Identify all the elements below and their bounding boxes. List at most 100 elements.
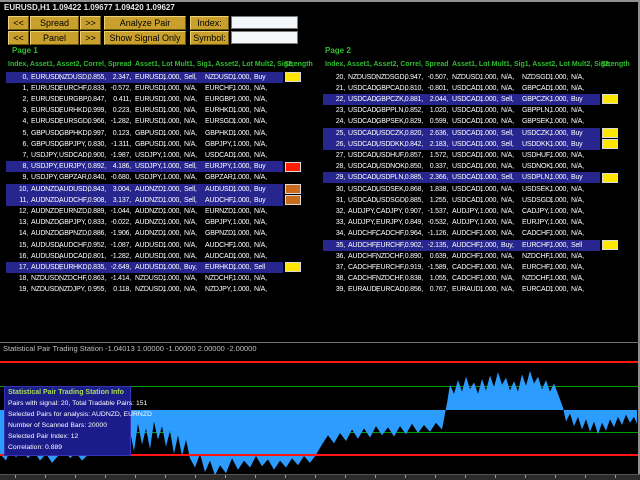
- pair-row[interactable]: 19,NZDUSD,NZDJPY,0.955,0.118,NZDUSD,1.00…: [8, 284, 320, 295]
- cell-a1: CADCHF,: [348, 273, 377, 284]
- pair-row[interactable]: 10,AUDNZD,AUDUSD,0.843,3.004,AUDNZD,1.00…: [8, 184, 320, 195]
- pair-row[interactable]: 22,USDCAD,GBPCZK,0.881,2.044,USDCAD,1.00…: [325, 94, 637, 105]
- pair-row[interactable]: 30,USDCAD,USDSEK,0.868,1.838,USDCAD,1.00…: [325, 184, 637, 195]
- pair-row[interactable]: 9,USDJPY,GBPZAR,0.840,-0.680,USDJPY,1.00…: [8, 172, 320, 183]
- cell-a1: GBPUSD,: [31, 128, 61, 139]
- cell-lm1: 1.000,: [151, 262, 181, 273]
- cell-sig2: N/A,: [254, 128, 267, 139]
- time-axis-tick: [225, 475, 226, 478]
- pair-row[interactable]: 16,AUDUSD,AUDCAD,0.801,-1.282,AUDUSD,1.0…: [8, 251, 320, 262]
- subwindow-separator[interactable]: [0, 342, 640, 343]
- pair-row[interactable]: 5,GBPUSD,GBPHKD,0.997,0.123,GBPUSD,1.000…: [8, 128, 320, 139]
- time-axis-tick: [195, 475, 196, 478]
- cell-lm2: 1.000,: [538, 195, 568, 206]
- analyze-pair-button[interactable]: Analyze Pair: [104, 16, 186, 30]
- spread-prev-button[interactable]: <<: [8, 16, 29, 30]
- pair-row[interactable]: 2,EURUSD,EURGBP,0.847,0.411,EURUSD,1.000…: [8, 94, 320, 105]
- cell-spread: 1.255,: [416, 195, 448, 206]
- pair-row[interactable]: 29,USDCAD,USDPLN,0.885,2.366,USDCAD,1.00…: [325, 172, 637, 183]
- pair-row[interactable]: 7,USDJPY,USDCAD,0.900,-1.987,USDJPY,1.00…: [8, 150, 320, 161]
- cell-sig2: Buy: [571, 94, 582, 105]
- pair-row[interactable]: 33,AUDJPY,EURJPY,0.849,-0.532,AUDJPY,1.0…: [325, 217, 637, 228]
- pair-row[interactable]: 28,USDCAD,USDNOK,0.850,0.337,USDCAD,1.00…: [325, 161, 637, 172]
- pair-row[interactable]: 39,EURAUD,EURCAD,0.856,0.767,EURAUD,1.00…: [325, 284, 637, 295]
- cell-lm2: 1.000,: [221, 240, 251, 251]
- panel-prev-button[interactable]: <<: [8, 31, 29, 45]
- cell-a1: AUDCHF,: [348, 251, 377, 262]
- pair-row[interactable]: 31,USDCAD,USDSGD,0.885,1.255,USDCAD,1.00…: [325, 195, 637, 206]
- pair-row[interactable]: 14,AUDNZD,GBPNZD,0.886,-1.906,AUDNZD,1.0…: [8, 228, 320, 239]
- time-axis-tick: [315, 475, 316, 478]
- pair-row[interactable]: 27,USDCAD,USDHUF,0.857,1.572,USDCAD,1.00…: [325, 150, 637, 161]
- cell-sig2: N/A,: [254, 116, 267, 127]
- cell-sig1: N/A,: [184, 273, 197, 284]
- cell-a1: USDCAD,: [348, 105, 378, 116]
- cell-spread: 3.004,: [99, 184, 131, 195]
- time-axis-tick: [495, 475, 496, 478]
- panel-next-button[interactable]: >>: [80, 31, 101, 45]
- show-signal-only-button[interactable]: Show Signal Only: [104, 31, 186, 45]
- cell-lm1: 1.000,: [468, 184, 498, 195]
- pair-row[interactable]: 11,AUDNZD,AUDCHF,0.908,3.137,AUDNZD,1.00…: [8, 195, 320, 206]
- spread-next-button[interactable]: >>: [80, 16, 101, 30]
- cell-idx: 9,: [8, 172, 28, 183]
- pair-row[interactable]: 35,AUDCHF,EURCHF,0.902,-2.135,AUDCHF,1.0…: [325, 240, 637, 251]
- pair-row[interactable]: 20,NZDUSD,NZDSGD,0.947,-0.507,NZDUSD,1.0…: [325, 72, 637, 83]
- pair-row[interactable]: 12,AUDNZD,EURNZD,0.889,-1.044,AUDNZD,1.0…: [8, 206, 320, 217]
- pair-row[interactable]: 21,USDCAD,GBPCAD,0.810,-0.801,USDCAD,1.0…: [325, 83, 637, 94]
- cell-sig1: Sell,: [501, 139, 514, 150]
- strength-box: [602, 94, 618, 104]
- page2-label: Page 2: [325, 46, 351, 55]
- time-axis[interactable]: [0, 474, 640, 480]
- pair-row[interactable]: 36,AUDCHF,NZDCHF,0.890,0.639,AUDCHF,1.00…: [325, 251, 637, 262]
- pair-row[interactable]: 6,GBPUSD,GBPJPY,0.830,-1.311,GBPUSD,1.00…: [8, 139, 320, 150]
- cell-sig1: Sell,: [184, 184, 197, 195]
- pair-row[interactable]: 17,AUDUSD,EURHKD,0.835,-2.649,AUDUSD,1.0…: [8, 262, 320, 273]
- cell-idx: 8,: [8, 161, 28, 172]
- pair-row[interactable]: 32,AUDJPY,CADJPY,0.907,-1.537,AUDJPY,1.0…: [325, 206, 637, 217]
- level-line-plus2: [0, 361, 638, 363]
- pair-row[interactable]: 23,USDCAD,GBPPLN,0.852,1.020,USDCAD,1.00…: [325, 105, 637, 116]
- index-label-button[interactable]: Index:: [190, 16, 229, 30]
- pair-row[interactable]: 25,USDCAD,USDCZK,0.820,2.636,USDCAD,1.00…: [325, 128, 637, 139]
- cell-a1: USDJPY,: [31, 172, 58, 183]
- cell-lm1: 1.000,: [468, 94, 498, 105]
- cell-lm1: 1.000,: [468, 128, 498, 139]
- pair-row[interactable]: 26,USDCAD,USDDKK,0.842,2.183,USDCAD,1.00…: [325, 139, 637, 150]
- symbol-label-button[interactable]: Symbol:: [190, 31, 229, 45]
- cell-a1: EURUSD,: [31, 83, 61, 94]
- cell-idx: 7,: [8, 150, 28, 161]
- pair-row[interactable]: 34,AUDCHF,CADCHF,0.964,-1.126,AUDCHF,1.0…: [325, 228, 637, 239]
- cell-lm1: 1.000,: [151, 184, 181, 195]
- spread-button[interactable]: Spread: [30, 16, 79, 30]
- pair-row[interactable]: 15,AUDUSD,AUDCHF,0.952,-1.087,AUDUSD,1.0…: [8, 240, 320, 251]
- strength-box: [285, 195, 301, 205]
- symbol-input[interactable]: [231, 31, 298, 44]
- pair-row[interactable]: 24,USDCAD,GBPSEK,0.829,0.599,USDCAD,1.00…: [325, 116, 637, 127]
- cell-sig2: N/A,: [571, 83, 584, 94]
- cell-spread: -1.087,: [99, 240, 131, 251]
- cell-a1: USDCAD,: [348, 116, 378, 127]
- time-axis-tick: [45, 475, 46, 478]
- cell-sig2: Buy: [254, 72, 265, 83]
- pair-row[interactable]: 1,EURUSD,EURCHF,0.833,-0.572,EURUSD,1.00…: [8, 83, 320, 94]
- cell-lm1: 1.000,: [151, 240, 181, 251]
- cell-idx: 36,: [325, 251, 345, 262]
- pair-row[interactable]: 4,EURUSD,EURSGD,0.966,-1.282,EURUSD,1.00…: [8, 116, 320, 127]
- panel-button[interactable]: Panel: [30, 31, 79, 45]
- pair-row[interactable]: 13,AUDNZD,GBPJPY,0.833,-0.022,AUDNZD,1.0…: [8, 217, 320, 228]
- pair-row[interactable]: 3,EURUSD,EURHKD,0.999,0.223,EURUSD,1.000…: [8, 105, 320, 116]
- cell-spread: -1.906,: [99, 228, 131, 239]
- pair-row[interactable]: 38,CADCHF,NZDCHF,0.838,1.055,CADCHF,1.00…: [325, 273, 637, 284]
- cell-lm1: 1.000,: [151, 150, 181, 161]
- cell-idx: 22,: [325, 94, 345, 105]
- pair-row[interactable]: 8,USDJPY,EURJPY,0.892,4.186,USDJPY,1.000…: [8, 161, 320, 172]
- index-input[interactable]: [231, 16, 298, 29]
- pair-row[interactable]: 18,NZDUSD,NZDCHF,0.863,-1.414,NZDUSD,1.0…: [8, 273, 320, 284]
- cell-spread: -1.537,: [416, 206, 448, 217]
- time-axis-tick: [525, 475, 526, 478]
- cell-idx: 31,: [325, 195, 345, 206]
- cell-lm1: 1.000,: [151, 128, 181, 139]
- pair-row[interactable]: 37,CADCHF,EURCHF,0.919,-1.589,CADCHF,1.0…: [325, 262, 637, 273]
- pair-row[interactable]: 0,EURUSD,NZDUSD,0.855,2.347,EURUSD,1.000…: [8, 72, 320, 83]
